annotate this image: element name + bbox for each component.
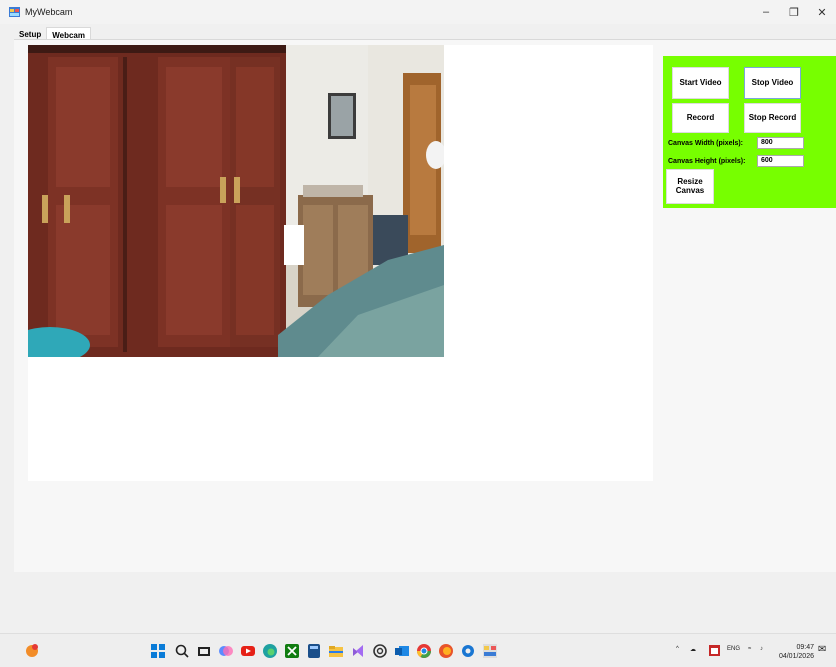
resize-canvas-button[interactable]: Resize Canvas — [666, 169, 714, 204]
stop-video-button[interactable]: Stop Video — [744, 67, 801, 99]
close-button[interactable]: ✕ — [808, 0, 836, 24]
wifi-icon[interactable]: ≈ — [748, 646, 751, 652]
taskbar: ^ ☁ ENG ≈ ♪ 09:47 04/01/2026 ✉ — [0, 633, 836, 667]
system-clock[interactable]: 09:47 04/01/2026 — [779, 643, 814, 661]
clock-time: 09:47 — [796, 644, 814, 651]
mywebcam-app-icon[interactable] — [482, 643, 498, 659]
cloud-icon[interactable]: ☁ — [690, 646, 696, 653]
calendar-app-icon[interactable] — [709, 645, 720, 656]
record-button[interactable]: Record — [672, 103, 729, 133]
notifications-icon[interactable]: ✉ — [818, 644, 826, 655]
clock-date: 04/01/2026 — [778, 653, 814, 660]
start-icon[interactable] — [150, 643, 166, 659]
restore-button[interactable]: ❐ — [780, 0, 808, 24]
edge-icon[interactable] — [262, 643, 278, 659]
visual-studio-icon[interactable] — [350, 643, 366, 659]
start-video-button[interactable]: Start Video — [672, 67, 729, 99]
calculator-icon[interactable] — [306, 643, 322, 659]
volume-icon[interactable]: ♪ — [760, 646, 763, 652]
notification-app-icon[interactable] — [24, 642, 40, 658]
language-indicator[interactable]: ENG — [727, 646, 740, 652]
minimize-button[interactable]: – — [752, 0, 780, 24]
chatgpt-icon[interactable] — [372, 643, 388, 659]
canvas-height-input[interactable]: 600 — [757, 155, 804, 167]
canvas-height-label: Canvas Height (pixels): — [668, 158, 746, 165]
stop-record-button[interactable]: Stop Record — [744, 103, 801, 133]
canvas-width-label: Canvas Width (pixels): — [668, 140, 744, 147]
firefox-icon[interactable] — [438, 643, 454, 659]
file-explorer-icon[interactable] — [328, 643, 344, 659]
close-icon: ✕ — [817, 6, 827, 19]
webcam-video-frame — [28, 45, 444, 357]
xbox-icon[interactable] — [284, 643, 300, 659]
youtube-icon[interactable] — [240, 643, 256, 659]
minimize-icon: – — [762, 6, 770, 18]
title-bar: MyWebcam – ❐ ✕ — [0, 0, 836, 24]
task-view-icon[interactable] — [196, 643, 212, 659]
chrome-icon[interactable] — [416, 643, 432, 659]
search-icon[interactable] — [174, 643, 190, 659]
restore-icon: ❐ — [789, 6, 799, 19]
canvas-width-input[interactable]: 800 — [757, 137, 804, 149]
settings-icon[interactable] — [460, 643, 476, 659]
app-icon — [9, 7, 20, 17]
outlook-icon[interactable] — [394, 643, 410, 659]
control-panel: Start Video Stop Video Record Stop Recor… — [663, 56, 836, 208]
show-hidden-icons-icon[interactable]: ^ — [676, 646, 679, 652]
window-title: MyWebcam — [25, 7, 73, 17]
copilot-icon[interactable] — [218, 643, 234, 659]
